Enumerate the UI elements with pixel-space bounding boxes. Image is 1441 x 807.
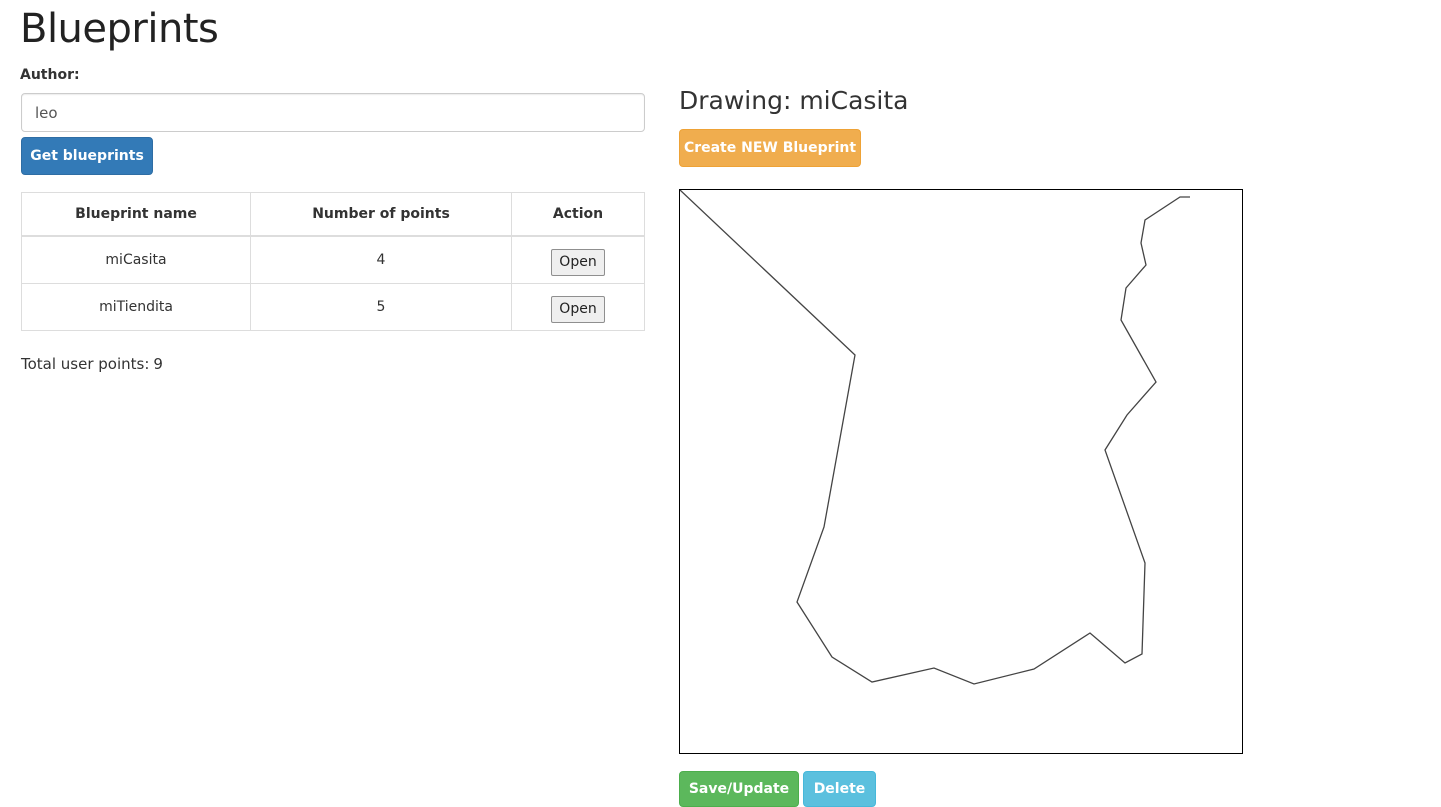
action-cell: Open	[511, 283, 645, 331]
table-row: miTiendita 5 Open	[21, 283, 645, 331]
table-header-row: Blueprint name Number of points Action	[21, 192, 645, 237]
open-blueprint-button[interactable]: Open	[551, 248, 605, 276]
points-count-cell: 4	[250, 235, 512, 284]
total-points: Total user points: 9	[21, 355, 163, 373]
points-count-cell: 5	[250, 283, 512, 331]
drawing-title: Drawing: miCasita	[679, 86, 909, 115]
blueprint-name-cell: miTiendita	[21, 283, 251, 331]
total-points-value: 9	[153, 355, 163, 373]
create-new-blueprint-button[interactable]: Create NEW Blueprint	[679, 129, 861, 167]
save-update-button[interactable]: Save/Update	[679, 771, 799, 807]
blueprints-table: Blueprint name Number of points Action m…	[21, 192, 645, 331]
column-header-action: Action	[511, 192, 645, 237]
column-header-points: Number of points	[250, 192, 512, 237]
table-row: miCasita 4 Open	[21, 235, 645, 284]
total-points-label: Total user points:	[21, 355, 150, 373]
get-blueprints-button[interactable]: Get blueprints	[21, 137, 153, 175]
page-title: Blueprints	[20, 6, 219, 52]
column-header-name: Blueprint name	[21, 192, 251, 237]
delete-button[interactable]: Delete	[803, 771, 876, 807]
author-label: Author:	[20, 67, 80, 83]
author-input[interactable]	[21, 93, 645, 132]
blueprint-drawing	[679, 189, 1190, 685]
action-cell: Open	[511, 235, 645, 284]
drawing-canvas[interactable]	[679, 189, 1243, 754]
blueprint-name-cell: miCasita	[21, 235, 251, 284]
blueprints-app: Blueprints Author: Get blueprints Bluepr…	[0, 0, 1441, 807]
open-blueprint-button[interactable]: Open	[551, 295, 605, 323]
blueprint-path	[679, 189, 1190, 685]
